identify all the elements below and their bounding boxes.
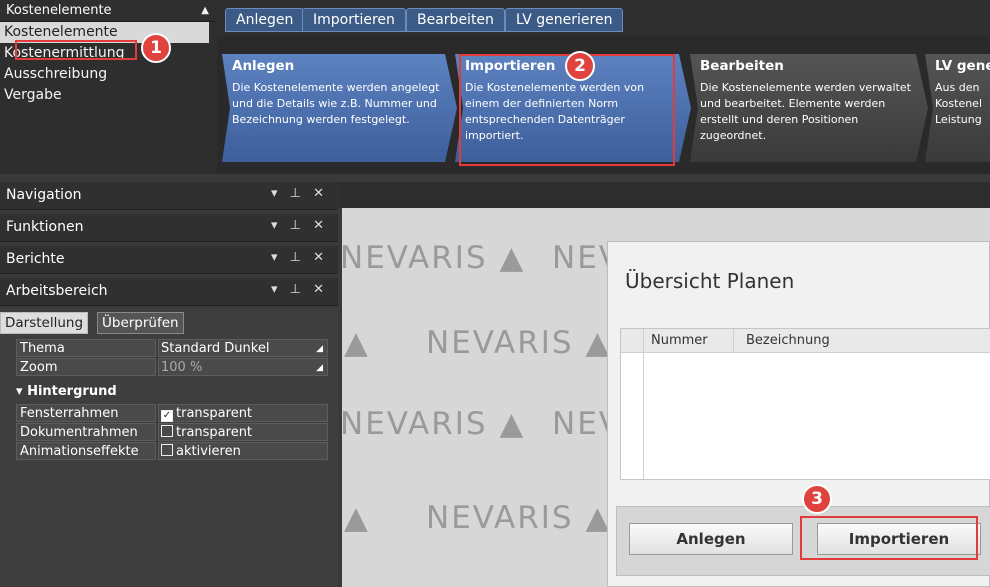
watermark-logo: NEVARIS ▲ [426, 500, 612, 536]
panel-funktionen-header[interactable]: Funktionen ▾ ⊥ ✕ [0, 214, 338, 242]
anlegen-button[interactable]: Anlegen [629, 523, 793, 555]
expand-triangle-icon: ▾ [16, 384, 28, 399]
highlight-box-3 [800, 516, 978, 560]
ribbon-step-bearbeiten[interactable]: Bearbeiten Die Kostenelemente werden ver… [690, 54, 928, 162]
arbeitsbereich-panel: Darstellung Überprüfen Thema Standard Du… [0, 308, 338, 587]
ribbon-step-title: LV gene [935, 58, 990, 74]
ribbon-step-title: Bearbeiten [700, 58, 784, 74]
ribbon-step-title: Anlegen [232, 58, 295, 74]
watermark-logo: ▲ [344, 500, 370, 536]
dokumentrahmen-checkbox[interactable]: transparent [158, 423, 328, 441]
ribbon-step-lv-generieren[interactable]: LV gene Aus den Kostenel Leistung [925, 54, 990, 162]
highlight-box-1 [15, 40, 137, 60]
tab-lv-generieren[interactable]: LV generieren [505, 8, 624, 32]
prop-label: Fensterrahmen [16, 404, 156, 422]
step-badge-2: 2 [565, 51, 595, 81]
watermark-logo: NEVARIS ▲ [342, 406, 526, 442]
dropdown-corner-icon: ◢ [316, 363, 323, 373]
panel-controls-icon[interactable]: ▾ ⊥ ✕ [271, 282, 328, 297]
section-hintergrund[interactable]: ▾ Hintergrund [16, 384, 117, 399]
column-header-nummer[interactable]: Nummer [651, 329, 708, 352]
step-badge-1: 1 [141, 33, 171, 63]
panel-berichte-header[interactable]: Berichte ▾ ⊥ ✕ [0, 246, 338, 274]
ribbon-step-desc: Die Kostenelemente werden angelegt und d… [232, 81, 440, 126]
checkbox-label: aktivieren [176, 444, 241, 459]
ribbon-step-desc: Aus den Kostenel Leistung [935, 81, 983, 126]
prop-zoom[interactable]: Zoom 100 % ◢ [16, 358, 328, 376]
checkbox-unchecked-icon[interactable] [161, 425, 173, 437]
prop-animationseffekte[interactable]: Animationseffekte aktivieren [16, 442, 328, 460]
fensterrahmen-checkbox[interactable]: ✓ transparent [158, 404, 328, 422]
plans-grid[interactable]: Nummer Bezeichnung [620, 328, 990, 480]
prop-dokumentrahmen[interactable]: Dokumentrahmen transparent [16, 423, 328, 441]
nav-item-vergabe[interactable]: Vergabe [0, 85, 217, 106]
panel-arbeitsbereich-header[interactable]: Arbeitsbereich ▾ ⊥ ✕ [0, 278, 338, 306]
prop-label: Thema [16, 339, 156, 357]
thema-select[interactable]: Standard Dunkel ◢ [158, 339, 328, 357]
watermark-logo: ▲ [344, 325, 370, 361]
watermark-logo: NEVARIS ▲ [342, 240, 526, 276]
prop-label: Dokumentrahmen [16, 423, 156, 441]
animationseffekte-checkbox[interactable]: aktivieren [158, 442, 328, 460]
prop-fensterrahmen[interactable]: Fensterrahmen ✓ transparent [16, 404, 328, 422]
dialog-title: Übersicht Planen [625, 269, 795, 293]
panel-controls-icon[interactable]: ▾ ⊥ ✕ [271, 218, 328, 233]
thema-value: Standard Dunkel [161, 341, 270, 356]
panel-navigation-header[interactable]: Navigation ▾ ⊥ ✕ [0, 182, 338, 210]
prop-label: Animationseffekte [16, 442, 156, 460]
panel-title: Funktionen [6, 219, 84, 235]
panel-title: Navigation [6, 187, 82, 203]
tab-importieren[interactable]: Importieren [302, 8, 406, 32]
module-title: Kostenelemente [6, 3, 112, 18]
prop-label: Zoom [16, 358, 156, 376]
subtab-ueberpruefen[interactable]: Überprüfen [97, 312, 184, 334]
section-label: Hintergrund [27, 384, 117, 399]
document-toolbar [338, 182, 990, 208]
watermark-logo: NEVARIS ▲ [426, 325, 612, 361]
ribbon-step-anlegen[interactable]: Anlegen Die Kostenelemente werden angele… [222, 54, 457, 162]
panel-controls-icon[interactable]: ▾ ⊥ ✕ [271, 250, 328, 265]
zoom-select[interactable]: 100 % ◢ [158, 358, 328, 376]
step-badge-3: 3 [802, 484, 832, 514]
tab-bar: Anlegen Importieren Bearbeiten LV generi… [217, 0, 990, 36]
subtab-darstellung[interactable]: Darstellung [0, 312, 89, 334]
prop-thema[interactable]: Thema Standard Dunkel ◢ [16, 339, 328, 357]
panel-title: Berichte [6, 251, 65, 267]
checkbox-checked-icon[interactable]: ✓ [161, 410, 173, 422]
tab-anlegen[interactable]: Anlegen [225, 8, 305, 32]
module-title-bar[interactable]: Kostenelemente ▲ [0, 0, 217, 22]
panel-controls-icon[interactable]: ▾ ⊥ ✕ [271, 186, 328, 201]
grid-header: Nummer Bezeichnung [621, 329, 990, 479]
ribbon-step-desc: Die Kostenelemente werden verwaltet und … [700, 81, 911, 142]
panel-title: Arbeitsbereich [6, 283, 108, 299]
zoom-value: 100 % [161, 360, 203, 375]
collapse-arrow-icon[interactable]: ▲ [201, 5, 209, 16]
tab-bearbeiten[interactable]: Bearbeiten [406, 8, 505, 32]
nav-item-ausschreibung[interactable]: Ausschreibung [0, 64, 217, 85]
checkbox-label: transparent [176, 425, 253, 440]
column-header-bezeichnung[interactable]: Bezeichnung [746, 329, 830, 352]
dropdown-corner-icon: ◢ [316, 344, 323, 354]
checkbox-unchecked-icon[interactable] [161, 444, 173, 456]
checkbox-label: transparent [176, 406, 253, 421]
